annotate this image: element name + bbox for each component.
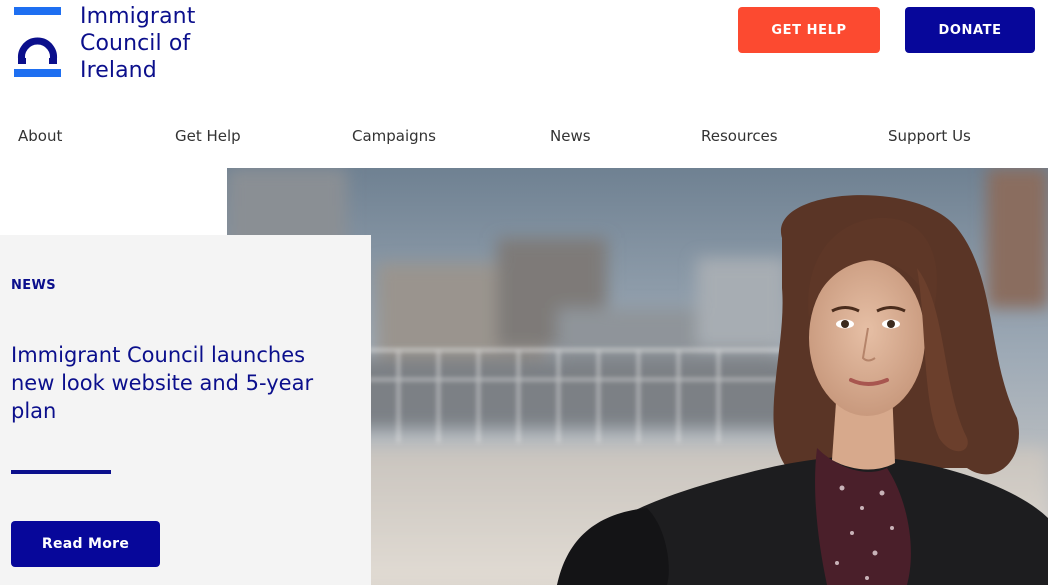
logo-line: Ireland xyxy=(80,58,157,83)
main-nav: About Get Help Campaigns News Resources … xyxy=(0,126,1048,148)
get-help-button[interactable]: GET HELP xyxy=(738,7,880,53)
news-category-label: NEWS xyxy=(11,278,57,293)
news-feature-card: NEWS Immigrant Council launches new look… xyxy=(0,235,371,585)
nav-item-get-help[interactable]: Get Help xyxy=(175,126,241,146)
news-headline[interactable]: Immigrant Council launches new look webs… xyxy=(11,341,351,425)
logo-line: Immigrant xyxy=(80,4,196,29)
logo-wordmark: Immigrant Council of Ireland xyxy=(80,3,195,84)
donate-button[interactable]: DONATE xyxy=(905,7,1035,53)
logo-mark-icon xyxy=(14,7,61,77)
site-logo[interactable]: Immigrant Council of Ireland xyxy=(14,4,214,85)
nav-item-support-us[interactable]: Support Us xyxy=(888,126,971,146)
read-more-button[interactable]: Read More xyxy=(11,521,160,567)
nav-item-about[interactable]: About xyxy=(18,126,62,146)
page: Immigrant Council of Ireland GET HELP DO… xyxy=(0,0,1048,585)
nav-item-resources[interactable]: Resources xyxy=(701,126,778,146)
nav-item-news[interactable]: News xyxy=(550,126,591,146)
headline-divider xyxy=(11,470,111,474)
logo-line: Council of xyxy=(80,31,191,56)
nav-item-campaigns[interactable]: Campaigns xyxy=(352,126,436,146)
